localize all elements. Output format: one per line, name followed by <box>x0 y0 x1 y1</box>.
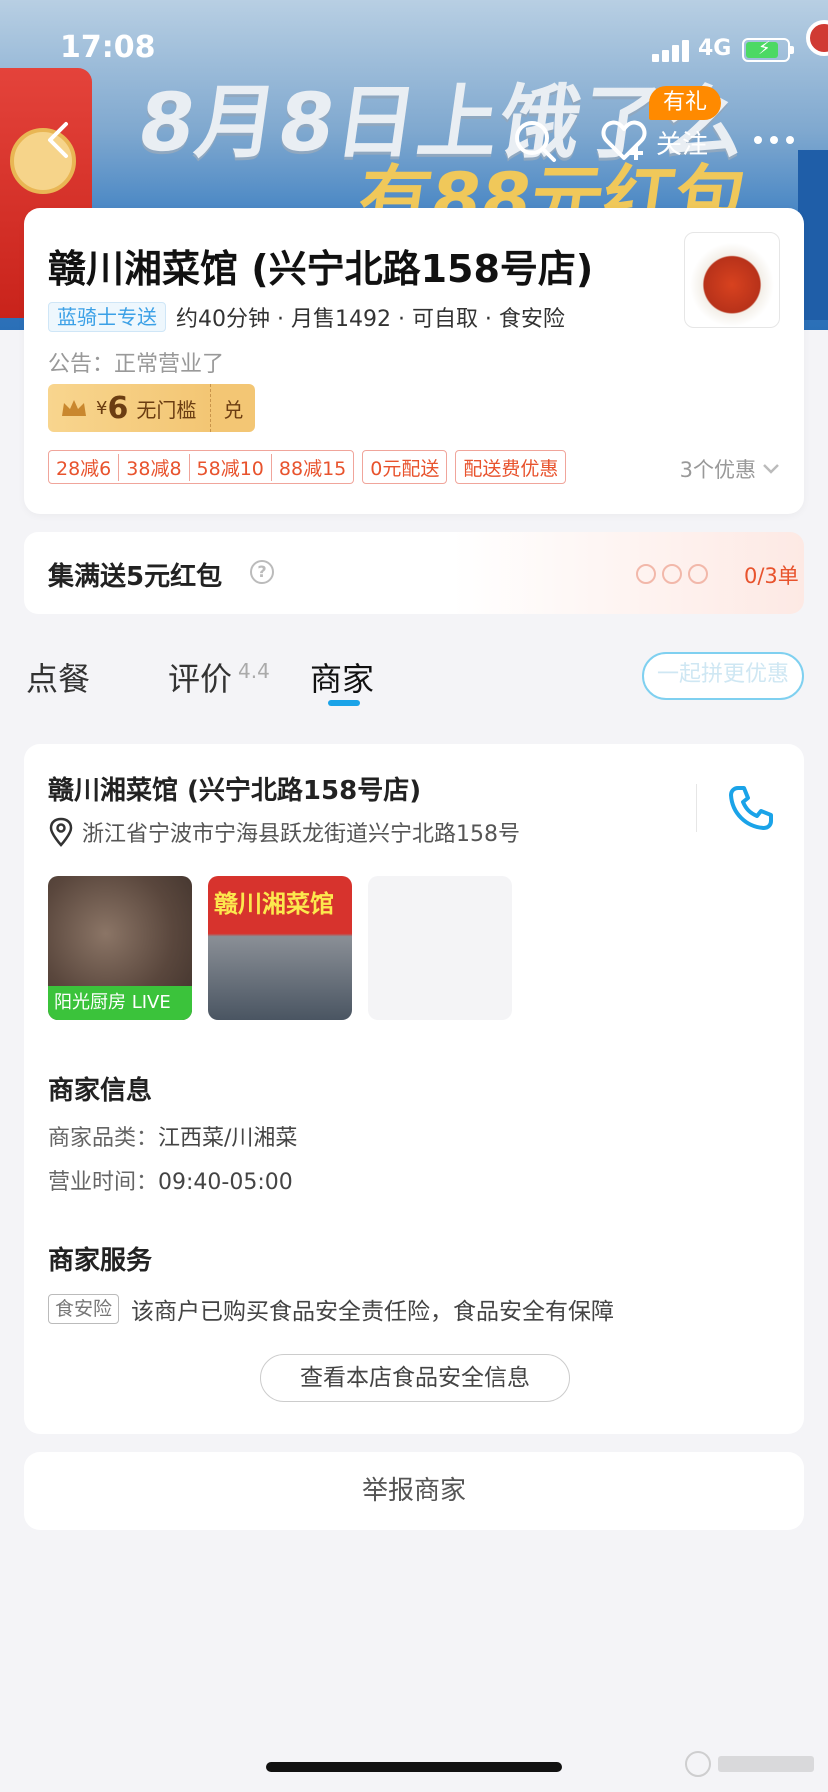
category-value: 江西菜/川湘菜 <box>158 1126 298 1151</box>
gift-badge: 有礼 <box>649 86 722 120</box>
shop-meta: 蓝骑士专送 约40分钟 · 月售1492 · 可自取 · 食安险 <box>48 300 565 334</box>
merchant-info-title: 商家信息 <box>48 1076 153 1106</box>
food-insurance-tag: 食安险 <box>48 1294 120 1324</box>
shop-header-card: 赣川湘菜馆 (兴宁北路158号店) 蓝骑士专送 约40分钟 · 月售1492 ·… <box>24 208 804 514</box>
merchant-info-card: 赣川湘菜馆 (兴宁北路158号店) 浙江省宁波市宁海县跃龙街道兴宁北路158号 … <box>24 744 804 1434</box>
promo-row: 28减6 38减8 58减10 88减15 0元配送 配送费优惠 <box>48 450 574 484</box>
kitchen-live-photo[interactable]: 阳光厨房 LIVE <box>48 876 192 1020</box>
network-label: 4G <box>698 36 732 61</box>
merchant-service-title: 商家服务 <box>48 1246 153 1276</box>
help-icon[interactable]: ? <box>250 560 274 584</box>
discount-tier: 38减8 <box>118 453 188 481</box>
delivery-tag: 蓝骑士专送 <box>48 302 166 332</box>
merchant-address[interactable]: 浙江省宁波市宁海县跃龙街道兴宁北路158号 <box>48 816 520 848</box>
discount-tier: 58减10 <box>188 453 271 481</box>
coupon-amount: 6 <box>107 390 129 426</box>
discount-tier: 88减15 <box>270 453 353 481</box>
back-icon[interactable] <box>40 118 80 162</box>
review-score: 4.4 <box>238 659 270 683</box>
chevron-down-icon <box>763 464 779 474</box>
collect-progress-circles <box>636 564 714 584</box>
photo-placeholder[interactable] <box>368 876 512 1020</box>
discount-tier: 28减6 <box>56 457 112 480</box>
promo-more-label: 3个优惠 <box>679 458 756 482</box>
crown-icon <box>62 400 86 416</box>
address-text: 浙江省宁波市宁海县跃龙街道兴宁北路158号 <box>82 822 520 847</box>
store-photos: 阳光厨房 LIVE 赣川湘菜馆 <box>48 876 528 1020</box>
coupon-exchange-button[interactable]: 兑 <box>210 384 256 432</box>
promo-more-button[interactable]: 3个优惠 <box>680 454 780 484</box>
food-safety-info-button[interactable]: 查看本店食品安全信息 <box>260 1354 570 1402</box>
home-indicator <box>266 1762 562 1772</box>
location-pin-icon <box>49 817 73 847</box>
shop-name: 赣川湘菜馆 (兴宁北路158号店) <box>48 247 594 291</box>
hours-value: 09:40-05:00 <box>158 1170 293 1195</box>
free-delivery-tag: 0元配送 <box>362 450 448 484</box>
group-order-button[interactable]: 一起拼更优惠 <box>642 652 804 700</box>
follow-label: 关注 <box>656 130 709 160</box>
service-text: 该商户已购买食品安全责任险，食品安全有保障 <box>131 1299 615 1325</box>
tab-order[interactable]: 点餐 <box>26 654 90 700</box>
report-merchant-button[interactable]: 举报商家 <box>24 1452 804 1530</box>
shop-notice: 公告：正常营业了 <box>48 352 225 377</box>
live-label: 阳光厨房 LIVE <box>48 986 192 1020</box>
hours-line: 营业时间：09:40-05:00 <box>48 1170 293 1195</box>
status-time: 17:08 <box>60 30 156 65</box>
member-coupon[interactable]: ¥ 6 无门槛 兑 <box>48 384 256 432</box>
collect-title: 集满送5元红包 <box>48 562 223 592</box>
delivery-discount-tag: 配送费优惠 <box>455 450 567 484</box>
merchant-name: 赣川湘菜馆 (兴宁北路158号店) <box>48 776 422 806</box>
collect-count: 0/3单 <box>744 564 799 588</box>
search-icon[interactable] <box>512 118 558 164</box>
storefront-photo[interactable]: 赣川湘菜馆 <box>208 876 352 1020</box>
signal-icon <box>652 40 692 62</box>
more-icon[interactable] <box>750 124 800 154</box>
tab-merchant[interactable]: 商家 <box>310 654 374 700</box>
status-bar: 17:08 4G ⚡ <box>0 0 828 96</box>
tab-review[interactable]: 评价 4.4 <box>168 654 270 700</box>
divider <box>696 784 697 832</box>
watermark-logo <box>680 1744 820 1784</box>
storefront-sign: 赣川湘菜馆 <box>214 890 334 918</box>
active-tab-indicator <box>328 700 360 706</box>
shop-logo <box>684 232 780 328</box>
phone-icon[interactable] <box>724 782 776 834</box>
follow-button[interactable]: 关注 <box>600 116 730 166</box>
discount-tiers: 28减6 38减8 58减10 88减15 <box>48 450 355 484</box>
shop-meta-text: 约40分钟 · 月售1492 · 可自取 · 食安险 <box>176 307 565 332</box>
heart-plus-icon <box>601 120 647 160</box>
battery-icon: ⚡ <box>742 38 794 62</box>
collect-reward-card[interactable]: 集满送5元红包 ? 0/3单 <box>24 532 804 614</box>
category-line: 商家品类：江西菜/川湘菜 <box>48 1126 298 1151</box>
coupon-desc: 无门槛 <box>136 397 197 422</box>
coupon-currency: ¥ <box>96 397 108 419</box>
service-line: 食安险 该商户已购买食品安全责任险，食品安全有保障 <box>48 1292 614 1326</box>
